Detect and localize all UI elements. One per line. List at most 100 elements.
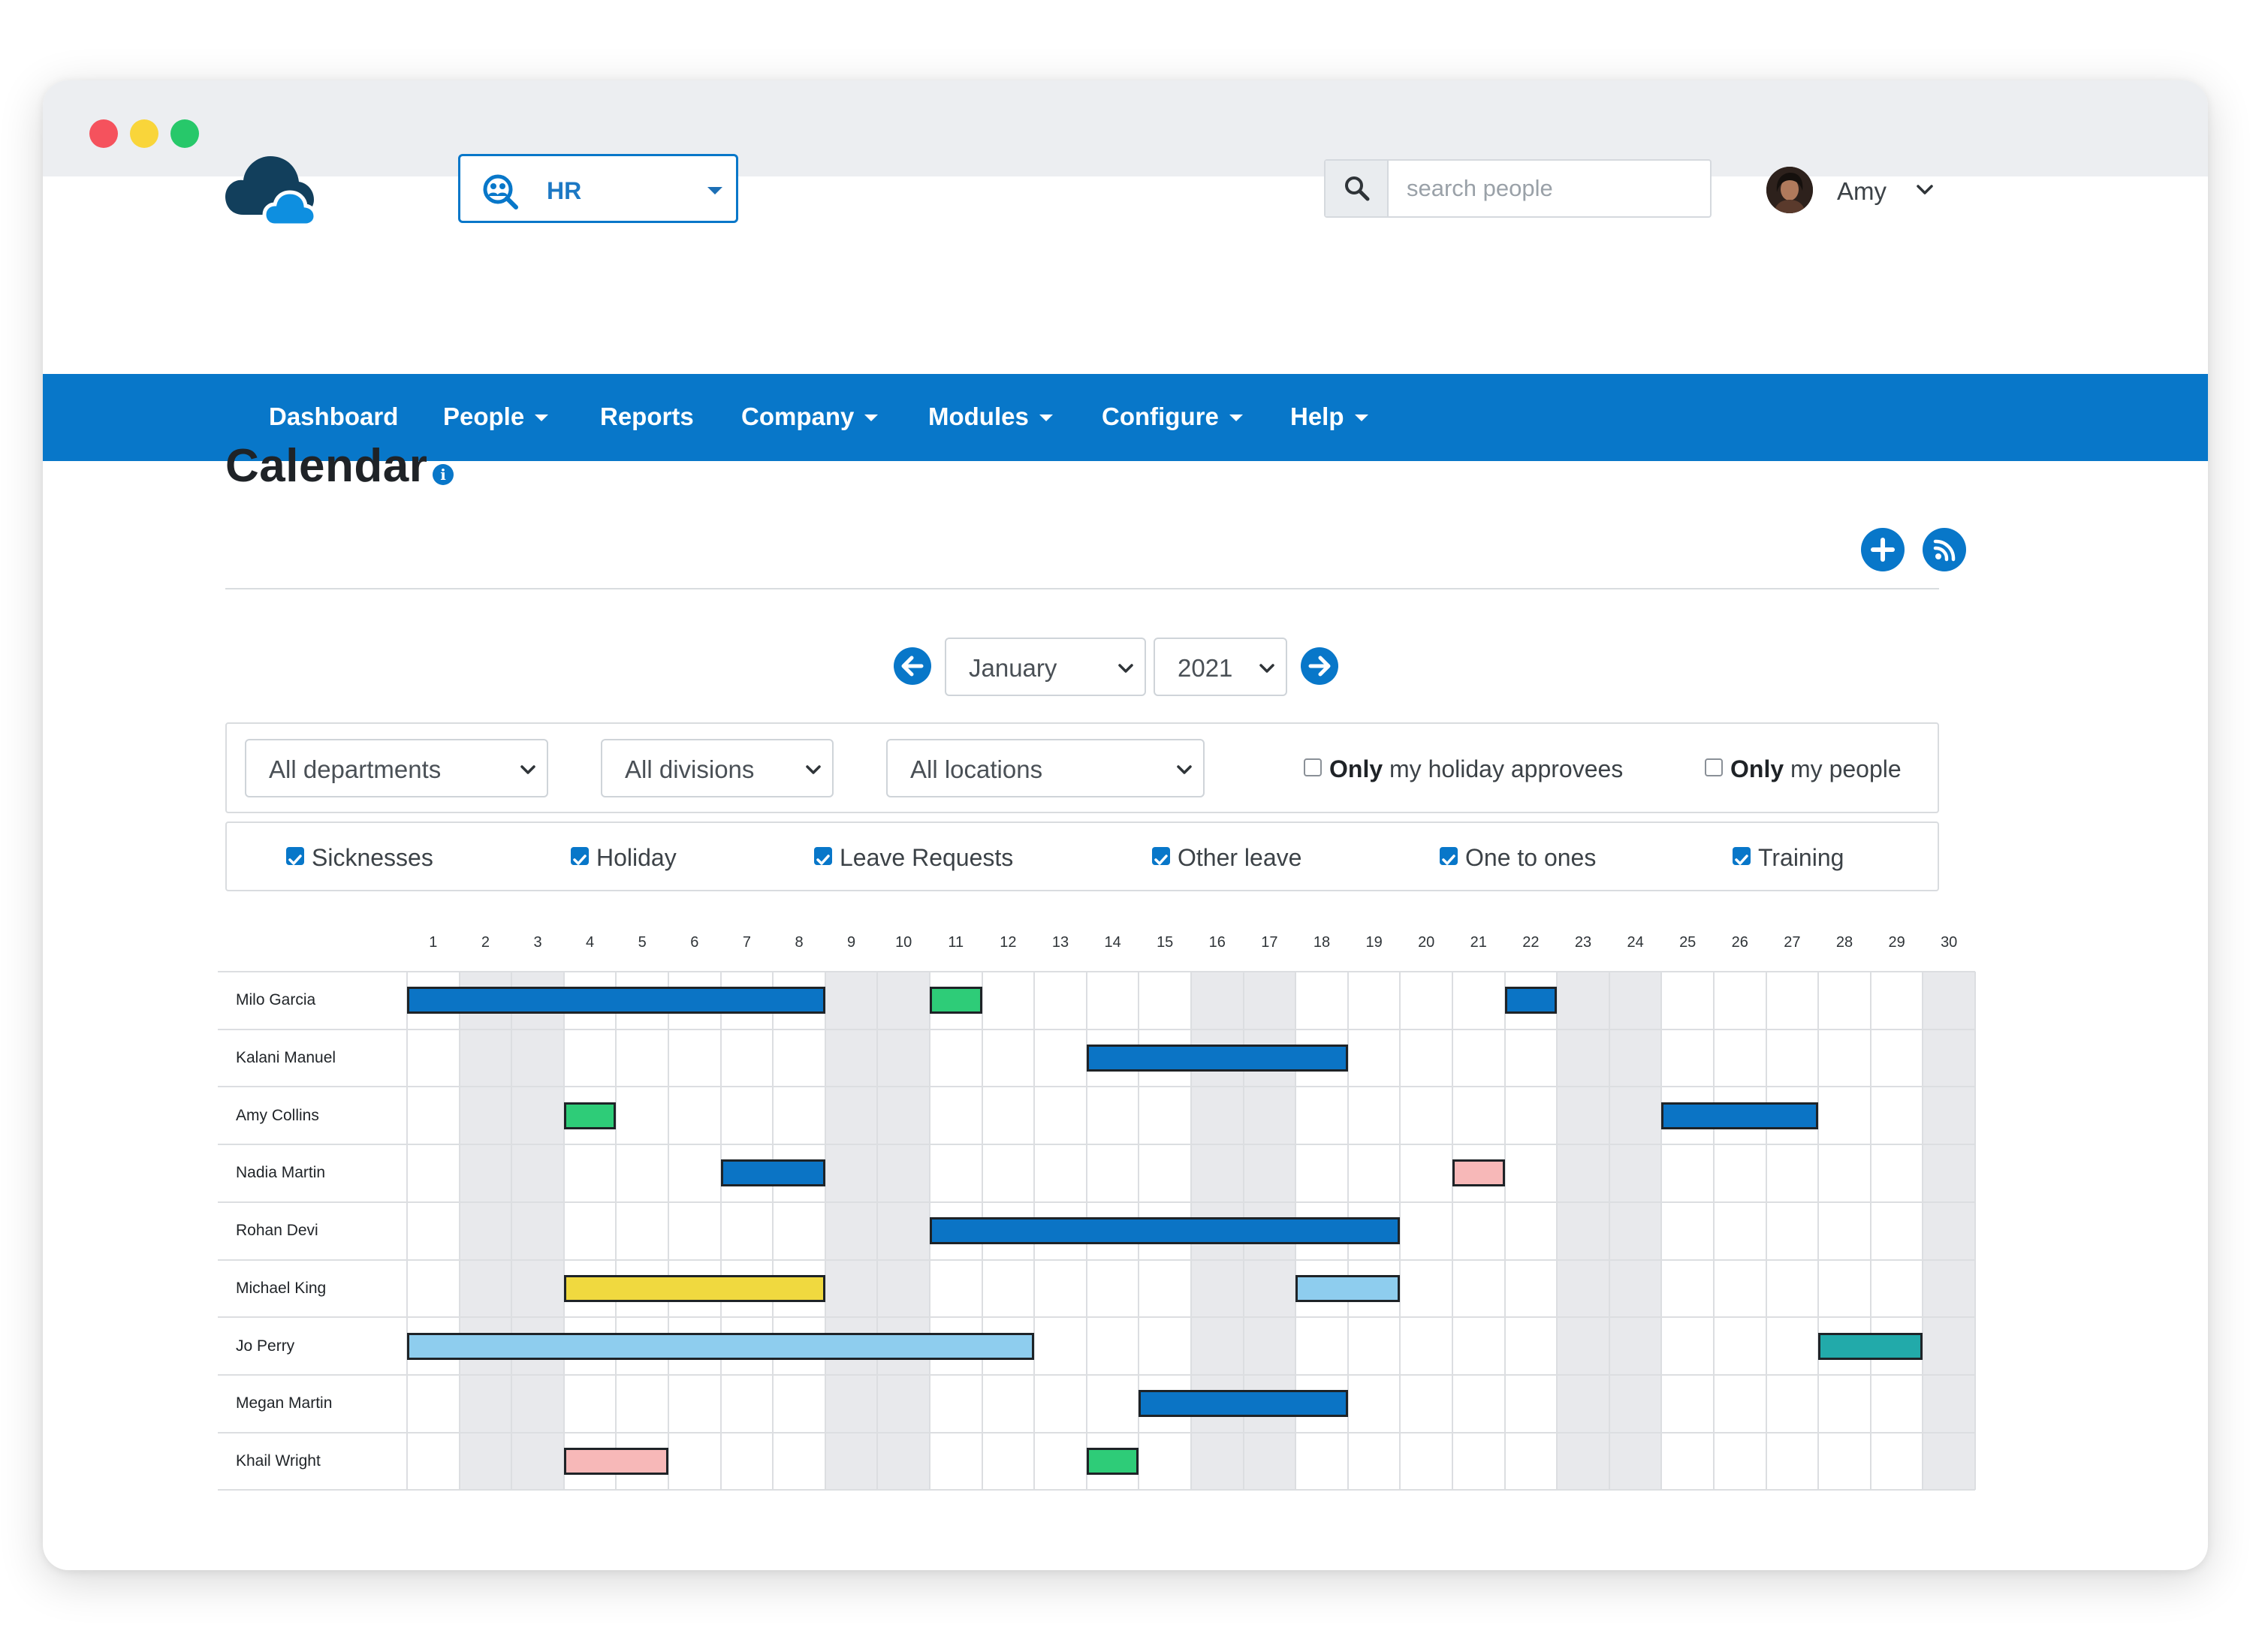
grid-line <box>218 1489 1975 1491</box>
caret-down-icon <box>864 415 879 421</box>
nav-item-modules[interactable]: Modules <box>928 402 1053 431</box>
leave-bar-leave-request[interactable] <box>407 1332 1035 1360</box>
user-photo-icon <box>1766 167 1813 213</box>
grid-line <box>511 972 513 1491</box>
leave-bar-holiday[interactable] <box>930 1217 1401 1245</box>
leave-bar-other-leave[interactable] <box>1452 1159 1505 1187</box>
grid-line <box>1817 972 1820 1491</box>
people-search-icon <box>483 174 518 210</box>
nav-item-reports[interactable]: Reports <box>600 402 694 431</box>
checkmark-icon <box>288 855 302 865</box>
leave-bar-one-to-one[interactable] <box>1818 1332 1923 1360</box>
row-label-person: Milo Garcia <box>236 991 316 1009</box>
checkbox-unchecked-icon <box>1304 758 1322 776</box>
minimize-window-button[interactable] <box>130 119 158 148</box>
avatar <box>1766 167 1813 213</box>
maximize-window-button[interactable] <box>170 119 199 148</box>
day-header: 26 <box>1731 934 1748 951</box>
leave-type-label: Leave Requests <box>840 844 1014 871</box>
checkmark-icon <box>1735 855 1748 865</box>
chevron-down-icon <box>520 765 535 774</box>
day-header: 25 <box>1679 934 1697 951</box>
add-event-button[interactable] <box>1861 528 1905 571</box>
leave-type-label: Sicknesses <box>312 844 433 871</box>
grid-line <box>1713 972 1715 1491</box>
grid-line <box>562 972 565 1491</box>
day-header: 1 <box>429 934 438 951</box>
nav-item-label: Configure <box>1102 402 1219 430</box>
rss-feed-button[interactable] <box>1923 528 1966 571</box>
checkbox-checked-icon <box>814 847 832 865</box>
caret-down-icon <box>1039 415 1053 421</box>
day-header: 10 <box>895 934 912 951</box>
department-select[interactable]: All departments <box>245 739 548 797</box>
close-window-button[interactable] <box>89 119 118 148</box>
day-header: 30 <box>1941 934 1958 951</box>
grid-line <box>1869 972 1871 1491</box>
checkmark-icon <box>573 855 587 865</box>
grid-line <box>218 971 1975 972</box>
search-input[interactable] <box>1390 161 1710 216</box>
day-header: 9 <box>847 934 856 951</box>
previous-month-button[interactable] <box>894 647 931 685</box>
checkbox-checked-icon <box>1152 847 1170 865</box>
weekend-column <box>1923 972 1975 1491</box>
leave-type-label: Training <box>1758 844 1844 871</box>
leave-bar-holiday[interactable] <box>1504 987 1558 1014</box>
checkbox-unchecked-icon <box>1705 758 1723 776</box>
day-header: 27 <box>1784 934 1801 951</box>
my-people-label: my people <box>1784 755 1902 782</box>
leave-bar-sickness[interactable] <box>563 1102 617 1129</box>
weekend-column <box>1557 972 1609 1491</box>
nav-item-people[interactable]: People <box>443 402 549 431</box>
search-icon <box>1345 176 1370 201</box>
next-month-button[interactable] <box>1301 647 1338 685</box>
leave-bar-holiday[interactable] <box>1661 1102 1819 1129</box>
leave-bar-holiday[interactable] <box>1139 1390 1348 1418</box>
chevron-down-icon <box>1177 765 1192 774</box>
leave-bar-holiday[interactable] <box>720 1159 825 1187</box>
info-icon[interactable]: i <box>433 464 454 485</box>
division-select[interactable]: All divisions <box>601 739 834 797</box>
nav-item-help[interactable]: Help <box>1290 402 1368 431</box>
day-header: 19 <box>1365 934 1383 951</box>
user-menu[interactable]: Amy <box>1766 162 1939 216</box>
checkbox-checked-icon <box>1440 847 1458 865</box>
approvees-label: my holiday approvees <box>1383 755 1624 782</box>
department-select-value: All departments <box>269 755 442 783</box>
day-header: 15 <box>1157 934 1174 951</box>
checkbox-checked-icon <box>1733 847 1751 865</box>
row-label-person: Michael King <box>236 1279 327 1297</box>
module-select[interactable]: HR <box>458 154 738 223</box>
grid-line <box>1504 972 1506 1491</box>
search-button[interactable] <box>1326 161 1389 216</box>
arrow-right-icon <box>1308 656 1331 677</box>
year-select[interactable]: 2021 <box>1154 638 1287 696</box>
leave-bar-sickness[interactable] <box>1086 1447 1139 1475</box>
location-select[interactable]: All locations <box>886 739 1205 797</box>
nav-item-dashboard[interactable]: Dashboard <box>269 402 398 431</box>
nav-item-company[interactable]: Company <box>741 402 879 431</box>
my-people-label-bold: Only <box>1730 755 1784 782</box>
leave-bar-training[interactable] <box>563 1274 825 1302</box>
day-header: 24 <box>1627 934 1644 951</box>
day-header: 16 <box>1208 934 1226 951</box>
leave-bar-holiday[interactable] <box>1086 1045 1348 1072</box>
leave-bar-holiday[interactable] <box>407 987 825 1014</box>
cloud-logo-icon[interactable] <box>225 150 315 230</box>
nav-item-configure[interactable]: Configure <box>1102 402 1243 431</box>
checkmark-icon <box>816 855 830 865</box>
month-select[interactable]: January <box>945 638 1146 696</box>
day-header: 2 <box>481 934 490 951</box>
location-select-value: All locations <box>910 755 1043 783</box>
nav-item-label: Help <box>1290 402 1344 430</box>
row-label-person: Nadia Martin <box>236 1164 326 1182</box>
nav-item-label: Reports <box>600 402 694 430</box>
row-label-person: Jo Perry <box>236 1337 295 1355</box>
leave-bar-sickness[interactable] <box>930 987 982 1014</box>
page-title: Calendar <box>225 440 428 492</box>
leave-bar-other-leave[interactable] <box>563 1447 668 1475</box>
people-search <box>1324 159 1712 218</box>
rss-icon <box>1933 539 1956 562</box>
leave-bar-leave-request[interactable] <box>1295 1274 1401 1302</box>
